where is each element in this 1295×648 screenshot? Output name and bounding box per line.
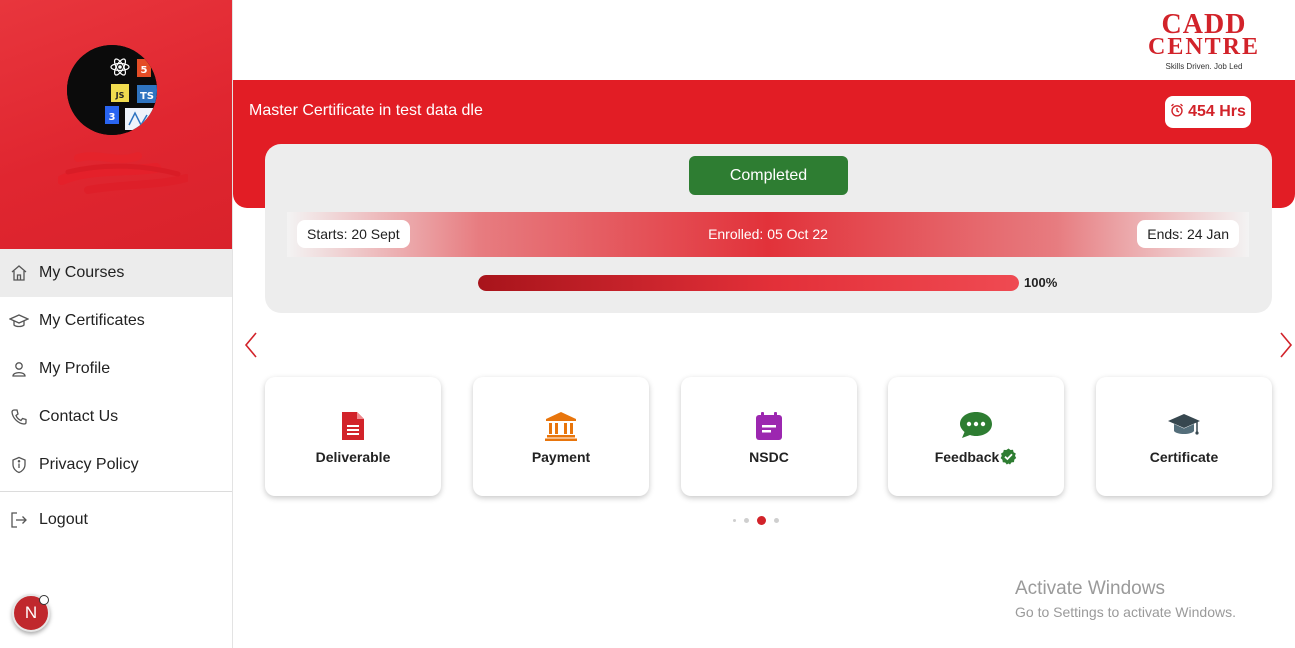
carousel-dot[interactable] xyxy=(744,518,749,523)
carousel-dot[interactable] xyxy=(774,518,779,523)
tile-label: Deliverable xyxy=(315,448,391,465)
calendar-icon xyxy=(752,409,786,443)
tile-payment[interactable]: Payment xyxy=(473,377,649,496)
mortarboard-icon xyxy=(1167,409,1201,443)
home-icon xyxy=(9,263,29,283)
brand-logo[interactable]: CADD CENTRE Skills Driven. Job Led xyxy=(1142,9,1266,72)
carousel-dots xyxy=(733,516,779,525)
sidebar-item-label: Privacy Policy xyxy=(39,456,139,473)
sidebar-item-label: My Profile xyxy=(39,360,111,377)
watermark-line1: Activate Windows xyxy=(1015,578,1165,599)
svg-text:5: 5 xyxy=(141,65,148,76)
chevron-left-icon xyxy=(244,332,257,358)
document-icon xyxy=(336,409,370,443)
logout-icon xyxy=(9,510,29,530)
sidebar-divider xyxy=(0,491,232,492)
svg-text:3: 3 xyxy=(109,112,116,123)
course-card: Completed Starts: 20 Sept Enrolled: 05 O… xyxy=(265,144,1272,313)
sidebar-item-label: My Certificates xyxy=(39,312,145,329)
end-date: Ends: 24 Jan xyxy=(1137,220,1239,248)
date-strip: Starts: 20 Sept Enrolled: 05 Oct 22 Ends… xyxy=(287,212,1249,257)
alarm-clock-icon xyxy=(1170,103,1184,122)
tile-label: Feedback xyxy=(935,448,1018,465)
logo-tagline: Skills Driven. Job Led xyxy=(1165,62,1243,71)
tile-deliverable[interactable]: Deliverable xyxy=(265,377,441,496)
status-dot xyxy=(39,595,49,605)
progress-fill xyxy=(478,275,1019,291)
enrolled-date: Enrolled: 05 Oct 22 xyxy=(708,226,828,242)
app-root: 5 JS TS 3 My Courses My Certificates My … xyxy=(0,0,1295,648)
svg-text:JS: JS xyxy=(115,91,125,100)
chevron-right-icon xyxy=(1280,332,1293,358)
carousel-next-button[interactable] xyxy=(1278,330,1294,360)
carousel-dot-active[interactable] xyxy=(757,516,766,525)
hours-badge: 454 Hrs xyxy=(1165,96,1251,128)
chat-icon xyxy=(959,408,993,442)
verified-check-icon xyxy=(1000,448,1017,465)
progress-bar xyxy=(478,275,1019,291)
hours-value: 454 Hrs xyxy=(1188,103,1246,120)
tile-label: Payment xyxy=(531,448,591,465)
windows-activation-watermark: Activate Windows Go to Settings to activ… xyxy=(1015,578,1236,620)
user-icon xyxy=(9,359,29,379)
progress-label: 100% xyxy=(1024,275,1058,290)
bank-icon xyxy=(544,409,578,443)
sidebar-item-my-profile[interactable]: My Profile xyxy=(0,345,232,393)
avatar-letter: N xyxy=(24,603,38,622)
avatar[interactable]: 5 JS TS 3 xyxy=(67,45,157,135)
status-button[interactable]: Completed xyxy=(689,156,848,195)
sidebar-nav: My Courses My Certificates My Profile Co… xyxy=(0,249,232,489)
tile-feedback[interactable]: Feedback xyxy=(888,377,1064,496)
sidebar: 5 JS TS 3 My Courses My Certificates My … xyxy=(0,0,233,648)
logo-line2: CENTRE xyxy=(1147,34,1261,60)
carousel-dot[interactable] xyxy=(733,519,736,522)
shield-icon xyxy=(9,455,29,475)
tile-label-text: Feedback xyxy=(934,448,1000,465)
sidebar-item-label: My Courses xyxy=(39,264,125,281)
tile-certificate[interactable]: Certificate xyxy=(1096,377,1272,496)
sidebar-item-label: Contact Us xyxy=(39,408,119,425)
tile-label: Certificate xyxy=(1149,448,1219,465)
sidebar-item-privacy-policy[interactable]: Privacy Policy xyxy=(0,441,232,489)
course-title: Master Certificate in test data dle xyxy=(249,102,483,119)
username-redacted xyxy=(57,150,190,200)
logo-line1: CADD xyxy=(1161,9,1247,40)
sidebar-item-my-courses[interactable]: My Courses xyxy=(0,249,232,297)
sidebar-item-contact-us[interactable]: Contact Us xyxy=(0,393,232,441)
logout-label: Logout xyxy=(39,511,88,528)
notification-avatar[interactable]: N xyxy=(12,594,50,632)
carousel-prev-button[interactable] xyxy=(243,330,259,360)
logout-button[interactable]: Logout xyxy=(0,496,232,544)
phone-icon xyxy=(9,407,29,427)
tile-nsdc[interactable]: NSDC xyxy=(681,377,857,496)
sidebar-item-my-certificates[interactable]: My Certificates xyxy=(0,297,232,345)
svg-text:TS: TS xyxy=(140,91,154,102)
graduation-cap-icon xyxy=(9,311,29,331)
watermark-line2: Go to Settings to activate Windows. xyxy=(1015,604,1236,620)
tile-label: NSDC xyxy=(749,448,789,465)
sidebar-header: 5 JS TS 3 xyxy=(0,0,232,249)
